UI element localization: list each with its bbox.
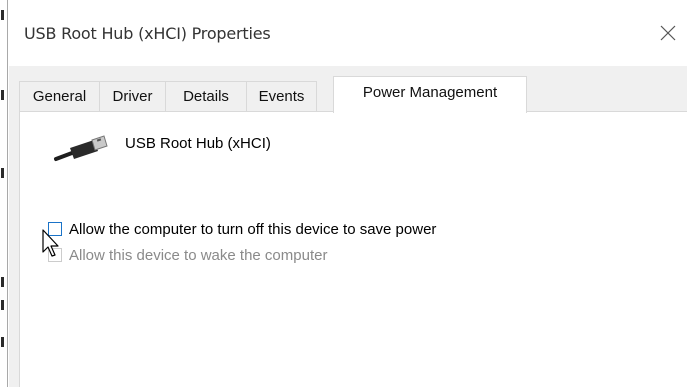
device-name: USB Root Hub (xHCI): [125, 135, 271, 152]
close-icon: [660, 25, 676, 41]
tab-details[interactable]: Details: [165, 81, 247, 112]
tab-events[interactable]: Events: [246, 81, 317, 112]
allow-wake-label: Allow this device to wake the computer: [69, 247, 328, 264]
allow-turn-off-label[interactable]: Allow the computer to turn off this devi…: [69, 221, 436, 238]
tab-strip: General Driver Details Events Power Mana…: [19, 76, 687, 113]
tab-driver[interactable]: Driver: [99, 81, 166, 112]
close-button[interactable]: [653, 18, 683, 48]
background-window-edge: [0, 0, 8, 387]
title-bar: USB Root Hub (xHCI) Properties: [9, 0, 687, 66]
tab-power-management[interactable]: Power Management: [333, 76, 527, 113]
usb-connector-icon: [54, 135, 108, 161]
dialog-body: General Driver Details Events Power Mana…: [9, 66, 687, 387]
power-management-panel: USB Root Hub (xHCI) Allow the computer t…: [19, 111, 687, 387]
tab-general[interactable]: General: [19, 81, 100, 112]
mouse-pointer-icon: [42, 229, 59, 257]
window-title: USB Root Hub (xHCI) Properties: [24, 24, 271, 43]
